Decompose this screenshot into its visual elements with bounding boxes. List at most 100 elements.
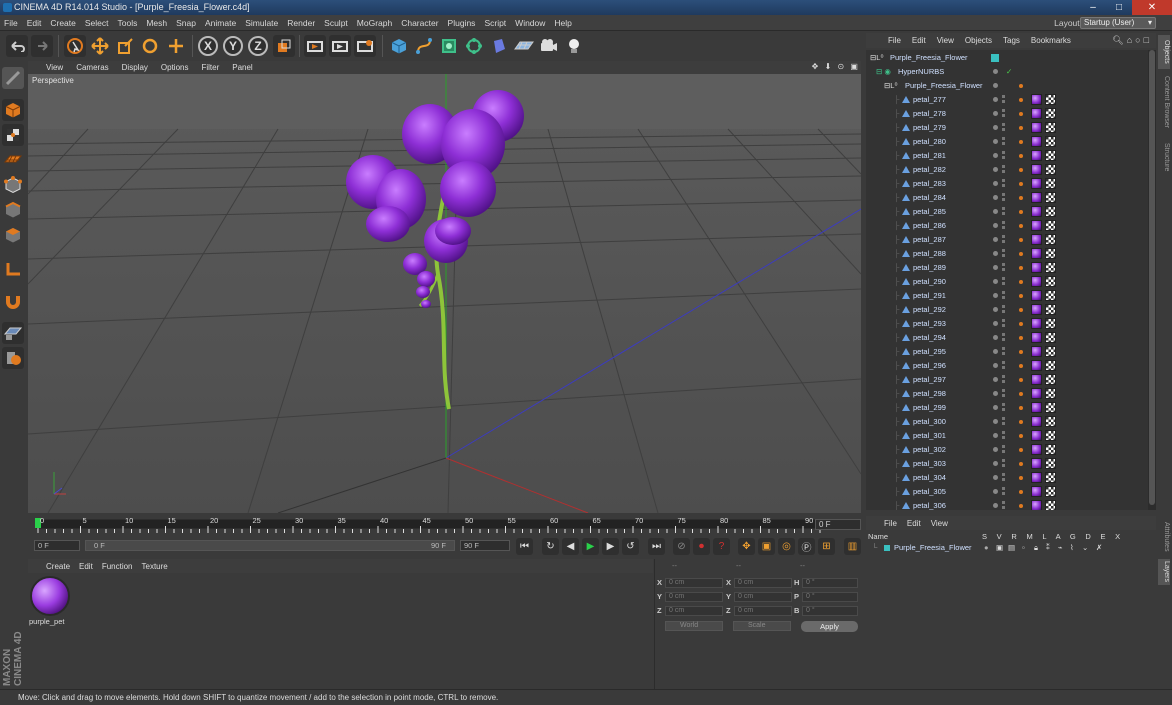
perspective-viewport[interactable] xyxy=(28,74,861,513)
uvw-tag-icon[interactable] xyxy=(1045,332,1056,343)
phong-tag-icon[interactable] xyxy=(1019,266,1023,270)
uvw-tag-icon[interactable] xyxy=(1045,304,1056,315)
visibility-dot[interactable] xyxy=(993,461,998,466)
render-visibility-dots[interactable] xyxy=(1002,207,1005,210)
apply-button[interactable]: Apply xyxy=(801,621,858,632)
material-menu-edit[interactable]: Edit xyxy=(79,562,93,571)
material-tag-icon[interactable] xyxy=(1031,94,1042,105)
position-z-field[interactable]: 0 cm xyxy=(665,606,723,616)
size-x-field[interactable]: 0 cm xyxy=(734,578,792,588)
tree-row-petal[interactable]: ├ petal_298 xyxy=(866,387,1148,401)
material-tag-icon[interactable] xyxy=(1031,360,1042,371)
material-menu-texture[interactable]: Texture xyxy=(142,562,168,571)
menu-window[interactable]: Window xyxy=(515,18,545,28)
material-tag-icon[interactable] xyxy=(1031,388,1042,399)
visibility-dot[interactable] xyxy=(993,139,998,144)
visibility-dot[interactable] xyxy=(993,153,998,158)
phong-tag-icon[interactable] xyxy=(1019,462,1023,466)
menu-simulate[interactable]: Simulate xyxy=(245,18,278,28)
material-tag-icon[interactable] xyxy=(1031,220,1042,231)
uvw-tag-icon[interactable] xyxy=(1045,220,1056,231)
uvw-tag-icon[interactable] xyxy=(1045,234,1056,245)
phong-tag-icon[interactable] xyxy=(1019,392,1023,396)
material-tag-icon[interactable] xyxy=(1031,122,1042,133)
uvw-tag-icon[interactable] xyxy=(1045,430,1056,441)
visibility-dot[interactable] xyxy=(993,321,998,326)
visibility-dot[interactable] xyxy=(993,419,998,424)
tree-row-petal[interactable]: ├ petal_277 xyxy=(866,93,1148,107)
uvw-tag-icon[interactable] xyxy=(1045,444,1056,455)
material-tag-icon[interactable] xyxy=(1031,486,1042,497)
scale-tool-icon[interactable] xyxy=(114,35,136,57)
move-tool-icon[interactable] xyxy=(89,35,111,57)
material-tag-icon[interactable] xyxy=(1031,304,1042,315)
visibility-dot[interactable] xyxy=(993,237,998,242)
maximize-icon[interactable]: □ xyxy=(1106,0,1132,15)
menu-animate[interactable]: Animate xyxy=(205,18,236,28)
tree-row-petal[interactable]: ├ petal_286 xyxy=(866,219,1148,233)
uvw-tag-icon[interactable] xyxy=(1045,178,1056,189)
undo-icon[interactable] xyxy=(6,35,28,57)
menu-file[interactable]: File xyxy=(4,18,18,28)
visibility-dot[interactable] xyxy=(993,363,998,368)
layer-menu-file[interactable]: File xyxy=(884,519,897,528)
spline-pen-icon[interactable] xyxy=(413,35,435,57)
previous-key-icon[interactable]: ↻ xyxy=(542,538,559,555)
layer-deformers-icon[interactable]: ⌇ xyxy=(1070,542,1074,554)
tab-content-browser[interactable]: Content Browser xyxy=(1158,71,1170,133)
previous-frame-icon[interactable]: ◀ xyxy=(562,538,579,555)
planar-workplane-icon[interactable] xyxy=(2,347,24,369)
phong-tag-icon[interactable] xyxy=(1019,448,1023,452)
tree-row-petal[interactable]: ├ petal_283 xyxy=(866,177,1148,191)
render-settings-icon[interactable] xyxy=(354,35,376,57)
tree-row-petal[interactable]: ├ petal_278 xyxy=(866,107,1148,121)
visibility-dot[interactable] xyxy=(993,293,998,298)
rotation-h-field[interactable]: 0 ° xyxy=(802,578,858,588)
tab-structure[interactable]: Structure xyxy=(1158,137,1170,177)
render-visibility-dots[interactable] xyxy=(1002,193,1005,196)
layer-view-icon[interactable]: ▣ xyxy=(996,542,1003,554)
autokeying-icon[interactable]: ⏺ xyxy=(693,538,710,555)
key-point-level-icon[interactable]: ⊞ xyxy=(818,538,835,555)
phong-tag-icon[interactable] xyxy=(1019,322,1023,326)
phong-tag-icon[interactable] xyxy=(1019,294,1023,298)
menu-script[interactable]: Script xyxy=(484,18,506,28)
menu-mesh[interactable]: Mesh xyxy=(146,18,167,28)
material-tag-icon[interactable] xyxy=(1031,150,1042,161)
render-visibility-dots[interactable] xyxy=(1002,305,1005,308)
size-mode-select[interactable]: Scale xyxy=(733,621,791,631)
viewport-menu-display[interactable]: Display xyxy=(122,63,148,72)
render-visibility-dots[interactable] xyxy=(1002,487,1005,490)
viewport-menu-panel[interactable]: Panel xyxy=(232,63,252,72)
key-position-icon[interactable]: ✥ xyxy=(738,538,755,555)
position-y-field[interactable]: 0 cm xyxy=(665,592,723,602)
layer-render-icon[interactable]: ▤ xyxy=(1008,542,1015,554)
go-to-start-icon[interactable]: ⏮ xyxy=(516,538,533,555)
visibility-dot[interactable] xyxy=(993,489,998,494)
size-y-field[interactable]: 0 cm xyxy=(734,592,792,602)
material-tag-icon[interactable] xyxy=(1031,416,1042,427)
material-tag-icon[interactable] xyxy=(1031,402,1042,413)
material-tag-icon[interactable] xyxy=(1031,290,1042,301)
preview-range-slider[interactable]: 0 F 90 F xyxy=(85,540,455,551)
uvw-tag-icon[interactable] xyxy=(1045,164,1056,175)
visibility-dot[interactable] xyxy=(993,111,998,116)
light-object-icon[interactable] xyxy=(563,35,585,57)
tree-row-petal[interactable]: ├ petal_280 xyxy=(866,135,1148,149)
camera-object-icon[interactable] xyxy=(538,35,560,57)
tree-row-petal[interactable]: ├ petal_281 xyxy=(866,149,1148,163)
key-scale-icon[interactable]: ▣ xyxy=(758,538,775,555)
phong-tag-icon[interactable] xyxy=(1019,210,1023,214)
render-visibility-dots[interactable] xyxy=(1002,375,1005,378)
position-x-field[interactable]: 0 cm xyxy=(665,578,723,588)
material-tag-icon[interactable] xyxy=(1031,346,1042,357)
uvw-tag-icon[interactable] xyxy=(1045,108,1056,119)
material-tag-icon[interactable] xyxy=(1031,276,1042,287)
visibility-dot[interactable] xyxy=(993,223,998,228)
y-axis-lock-icon[interactable]: Y xyxy=(223,36,243,56)
material-tag-icon[interactable] xyxy=(1031,178,1042,189)
uvw-tag-icon[interactable] xyxy=(1045,136,1056,147)
tree-row-root[interactable]: ⊟L⁰ Purple_Freesia_Flower xyxy=(866,51,1148,65)
phong-tag-icon[interactable] xyxy=(1019,196,1023,200)
visibility-dot[interactable] xyxy=(993,209,998,214)
